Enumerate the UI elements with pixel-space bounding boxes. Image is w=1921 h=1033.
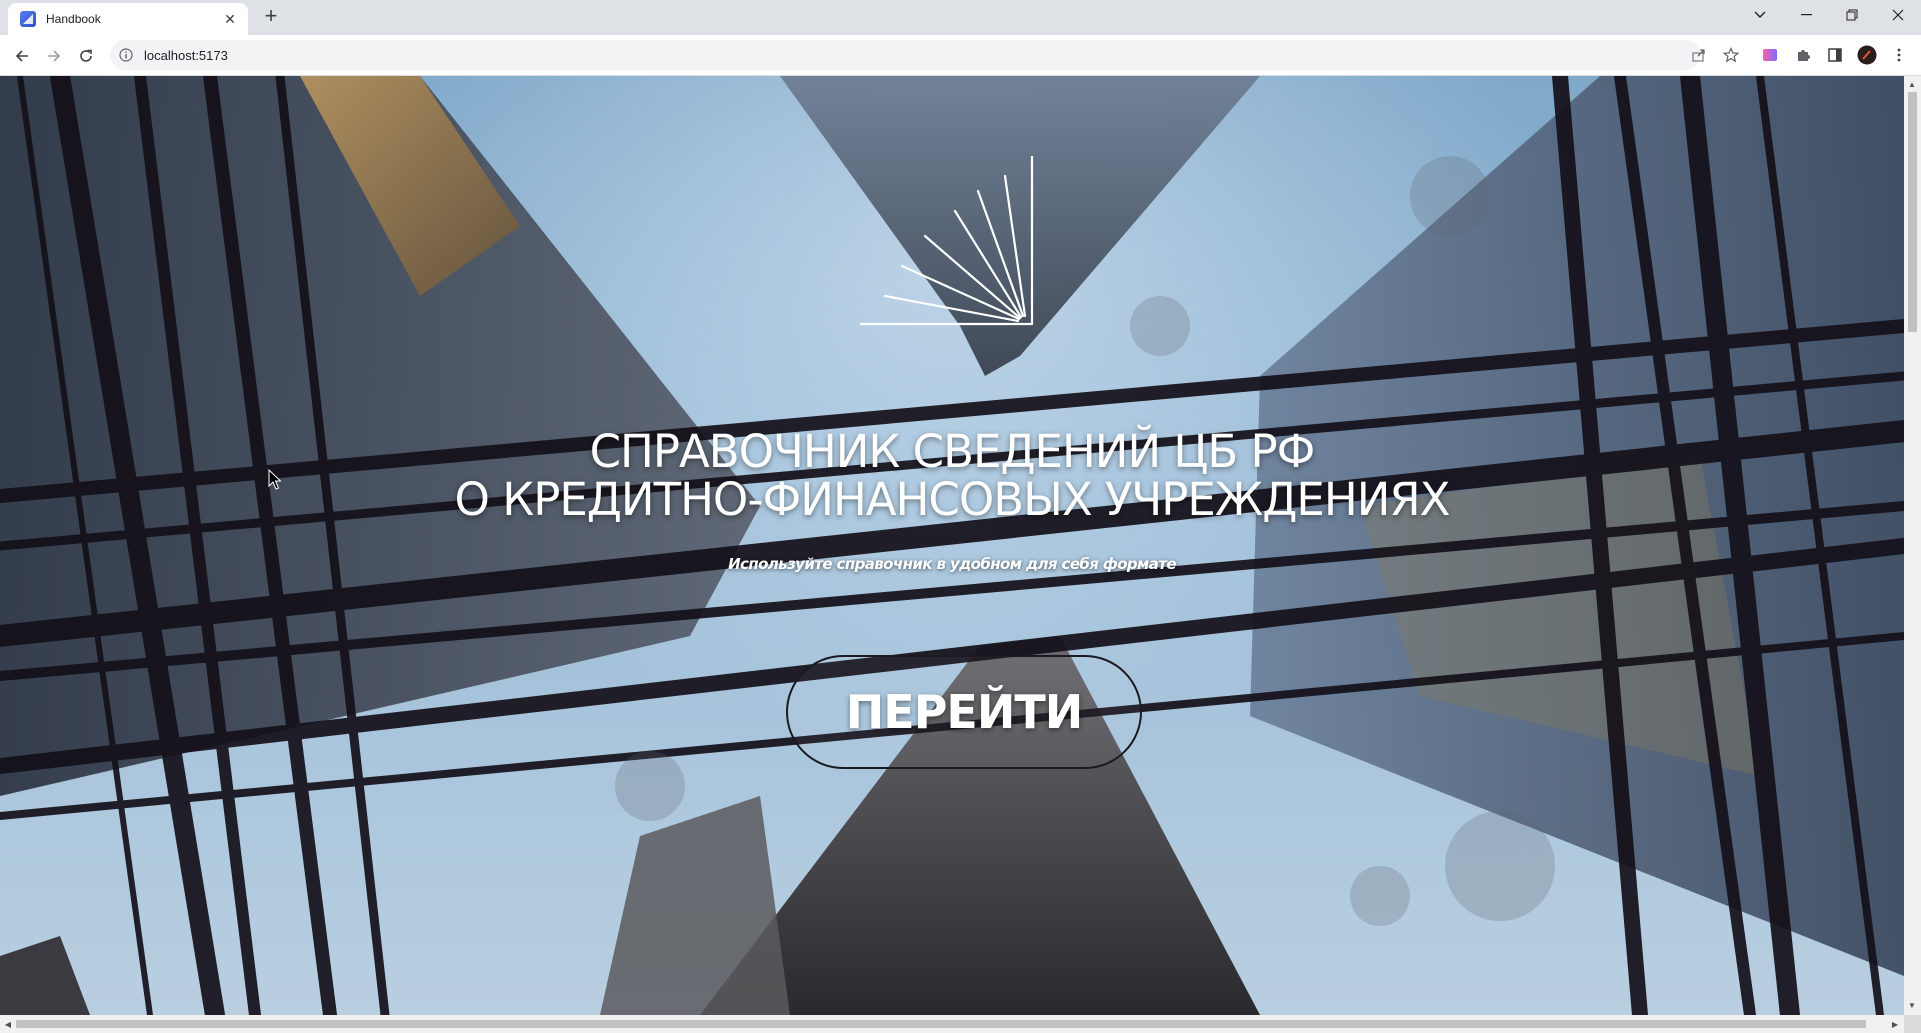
url-text: localhost:5173 bbox=[144, 47, 228, 63]
restore-icon[interactable] bbox=[1829, 0, 1875, 30]
scroll-up-icon[interactable]: ▲ bbox=[1905, 77, 1919, 91]
title-line-1: СПРАВОЧНИК СВЕДЕНИЙ ЦБ РФ bbox=[589, 425, 1316, 478]
plus-icon[interactable]: + bbox=[259, 5, 283, 29]
go-button[interactable]: ПЕРЕЙТИ bbox=[786, 655, 1142, 769]
browser-tab[interactable]: Handbook ✕ bbox=[8, 3, 248, 35]
sunburst-logo-icon bbox=[860, 156, 1034, 326]
horizontal-scrollbar[interactable]: ◀ ▶ bbox=[0, 1015, 1904, 1033]
scroll-right-icon[interactable]: ▶ bbox=[1888, 1017, 1902, 1031]
close-icon[interactable]: ✕ bbox=[222, 11, 238, 28]
arrow-left-icon[interactable] bbox=[9, 43, 35, 69]
address-bar[interactable]: localhost:5173 bbox=[110, 40, 1700, 70]
close-icon[interactable] bbox=[1875, 0, 1921, 30]
info-icon[interactable] bbox=[118, 47, 134, 63]
title-line-2: О КРЕДИТНО-ФИНАНСОВЫХ УЧРЕЖДЕНИЯХ bbox=[454, 473, 1451, 526]
scrollbar-corner bbox=[1904, 1015, 1921, 1033]
browser-toolbar: localhost:5173 bbox=[0, 35, 1921, 76]
mouse-cursor-icon bbox=[268, 469, 282, 490]
profile-avatar[interactable] bbox=[1856, 44, 1878, 66]
minimize-icon[interactable] bbox=[1783, 0, 1829, 30]
vertical-scroll-thumb[interactable] bbox=[1908, 92, 1917, 332]
reload-icon[interactable] bbox=[73, 43, 99, 69]
chevron-down-icon[interactable] bbox=[1737, 0, 1783, 30]
puzzle-icon[interactable] bbox=[1792, 44, 1814, 66]
star-icon[interactable] bbox=[1720, 44, 1742, 66]
page-subtitle: Используйте справочник в удобном для себ… bbox=[728, 555, 1176, 573]
gradient-extension-icon[interactable] bbox=[1759, 44, 1781, 66]
vertical-scrollbar[interactable]: ▲ ▼ bbox=[1904, 76, 1921, 1015]
scroll-left-icon[interactable]: ◀ bbox=[1, 1017, 15, 1031]
arrow-right-icon[interactable] bbox=[41, 43, 67, 69]
tab-strip: Handbook ✕ + bbox=[0, 0, 1921, 35]
horizontal-scroll-thumb[interactable] bbox=[16, 1020, 1866, 1028]
scroll-down-icon[interactable]: ▼ bbox=[1905, 998, 1919, 1012]
page-title: СПРАВОЧНИК СВЕДЕНИЙ ЦБ РФ О КРЕДИТНО-ФИН… bbox=[0, 428, 1904, 524]
favicon-icon bbox=[20, 11, 36, 27]
page-viewport: СПРАВОЧНИК СВЕДЕНИЙ ЦБ РФ О КРЕДИТНО-ФИН… bbox=[0, 76, 1904, 1015]
tab-title: Handbook bbox=[46, 12, 101, 26]
kebab-menu-icon[interactable] bbox=[1888, 44, 1910, 66]
share-icon[interactable] bbox=[1688, 44, 1710, 66]
side-panel-icon[interactable] bbox=[1824, 44, 1846, 66]
